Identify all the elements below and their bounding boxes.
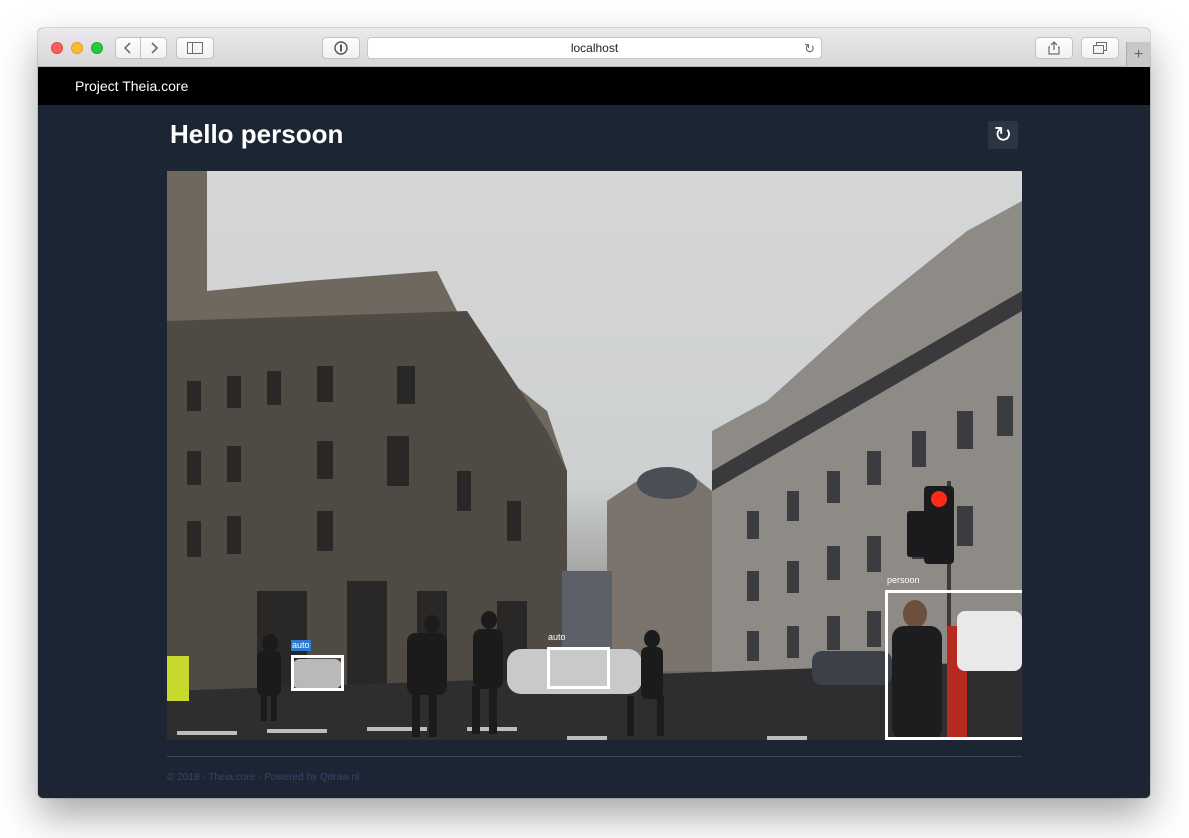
detection-label: auto <box>548 632 566 642</box>
reader-icon <box>334 41 348 55</box>
footer-text: © 2018 - Theia.core - Powered by Qdraw.n… <box>167 772 360 783</box>
back-button[interactable] <box>115 37 141 59</box>
refresh-button[interactable]: ↻ <box>988 121 1018 149</box>
reader-button[interactable] <box>322 37 360 59</box>
sidebar-icon <box>187 42 203 54</box>
detection-label: persoon <box>887 575 920 585</box>
chevron-left-icon <box>123 42 131 54</box>
main-content: Hello persoon ↻ auto auto persoon © 2018… <box>38 105 1150 798</box>
browser-toolbar: localhost ↻ + <box>38 28 1150 67</box>
forward-button[interactable] <box>141 37 167 59</box>
zoom-window-button[interactable] <box>91 42 103 54</box>
address-bar[interactable]: localhost ↻ <box>367 37 822 59</box>
reload-icon[interactable]: ↻ <box>804 41 815 57</box>
footer-divider <box>167 756 1022 757</box>
chevron-right-icon <box>150 42 158 54</box>
close-window-button[interactable] <box>51 42 63 54</box>
red-light <box>931 491 947 507</box>
center-building <box>607 471 719 671</box>
minimize-window-button[interactable] <box>71 42 83 54</box>
history-nav <box>115 37 167 59</box>
share-button[interactable] <box>1035 37 1073 59</box>
traffic-light-side <box>907 511 927 557</box>
tabs-overview-button[interactable] <box>1081 37 1119 59</box>
tabs-icon <box>1093 42 1107 54</box>
dome <box>637 467 697 499</box>
plus-icon[interactable]: + <box>1126 42 1150 67</box>
safety-vest-person <box>167 656 189 701</box>
dark-car <box>812 651 892 685</box>
sidebar-button[interactable] <box>176 37 214 59</box>
brand-link[interactable]: Project Theia.core <box>75 78 188 94</box>
detection-box-auto <box>291 655 344 691</box>
detection-box-auto <box>547 647 610 689</box>
share-icon <box>1048 41 1060 55</box>
detection-box-persoon <box>885 590 1022 740</box>
browser-window: localhost ↻ + Project Theia.core Hello p… <box>38 28 1150 798</box>
refresh-icon: ↻ <box>993 122 1013 147</box>
address-text: localhost <box>570 41 619 55</box>
site-navbar: Project Theia.core <box>38 67 1150 105</box>
detection-label: auto <box>291 640 311 651</box>
street-photo: auto auto persoon <box>167 171 1022 740</box>
page-title: Hello persoon <box>170 119 344 149</box>
